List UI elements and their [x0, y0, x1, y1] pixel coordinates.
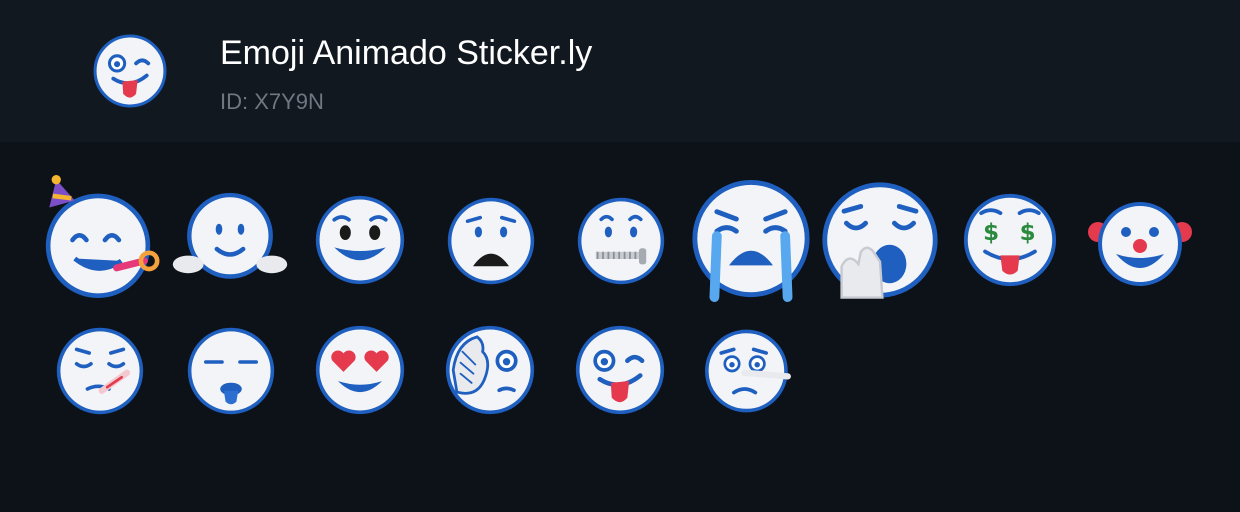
sticker-grid: $ $ — [0, 142, 1240, 512]
pack-header: Emoji Animado Sticker.ly ID: X7Y9N — [0, 0, 1240, 142]
grinning-face-icon[interactable] — [314, 194, 406, 286]
money-mouth-face-icon[interactable]: $ $ — [962, 192, 1058, 288]
svg-text:$: $ — [983, 220, 999, 246]
winking-face-with-tongue-icon[interactable] — [92, 33, 168, 109]
hugging-face-icon[interactable] — [172, 192, 288, 282]
lying-face-icon[interactable] — [704, 326, 796, 416]
pack-title: Emoji Animado Sticker.ly — [220, 34, 593, 72]
anguished-face-icon[interactable] — [446, 196, 536, 286]
winking-face-with-tongue-icon[interactable] — [574, 324, 666, 416]
yawning-face-icon[interactable] — [820, 180, 940, 300]
svg-text:$: $ — [1020, 220, 1036, 246]
zipper-mouth-face-icon[interactable] — [576, 196, 666, 286]
loudly-crying-face-icon[interactable] — [690, 180, 812, 302]
smiling-face-with-heart-eyes-icon[interactable] — [314, 324, 406, 416]
face-with-thermometer-icon[interactable] — [55, 326, 145, 416]
clown-face-icon[interactable] — [1088, 202, 1192, 286]
face-with-hand-over-eye-icon[interactable] — [444, 324, 536, 416]
partying-face-icon[interactable] — [40, 175, 160, 298]
sleepy-tongue-face-icon[interactable] — [186, 326, 276, 416]
pack-id: ID: X7Y9N — [220, 89, 324, 114]
